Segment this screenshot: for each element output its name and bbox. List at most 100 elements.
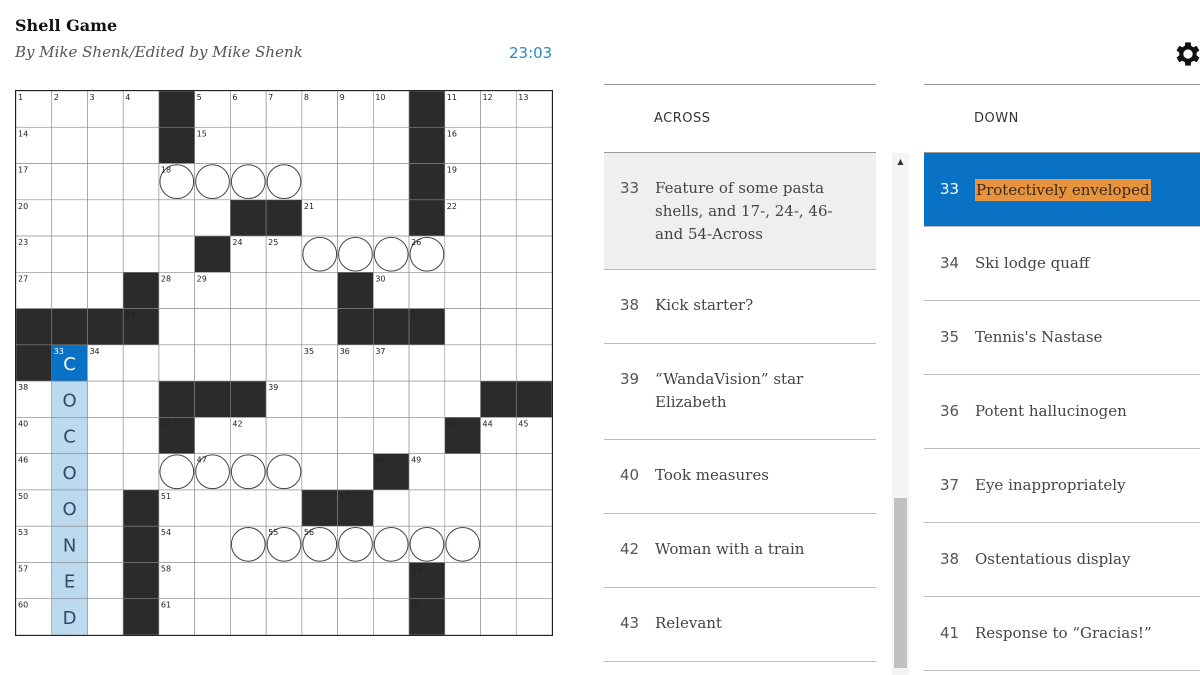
grid-cell[interactable] — [480, 525, 517, 563]
grid-cell[interactable] — [194, 525, 231, 563]
grid-cell[interactable] — [230, 525, 267, 563]
grid-cell[interactable] — [87, 598, 124, 635]
grid-cell[interactable] — [230, 272, 267, 309]
across-clue-38[interactable]: 38 Kick starter? — [604, 270, 876, 344]
grid-cell[interactable] — [480, 163, 517, 201]
grid-cell[interactable] — [230, 126, 267, 164]
grid-cell[interactable] — [337, 562, 374, 600]
down-clue-34[interactable]: 34 Ski lodge quaff — [924, 227, 1200, 301]
grid-cell[interactable] — [194, 489, 231, 527]
grid-cell[interactable] — [515, 126, 552, 164]
grid-cell[interactable] — [122, 199, 160, 237]
down-clue-38[interactable]: 38 Ostentatious display — [924, 523, 1200, 597]
grid-cell[interactable] — [480, 598, 517, 635]
grid-cell[interactable] — [301, 126, 338, 164]
grid-cell[interactable] — [230, 489, 267, 527]
grid-cell[interactable] — [515, 199, 552, 237]
grid-cell[interactable] — [337, 199, 374, 237]
grid-cell[interactable] — [480, 344, 517, 382]
grid-cell[interactable] — [230, 344, 267, 382]
down-clue-41[interactable]: 41 Response to “Gracias!” — [924, 597, 1200, 671]
grid-cell[interactable] — [265, 562, 303, 600]
grid-cell[interactable] — [373, 235, 410, 273]
grid-cell[interactable] — [301, 380, 338, 418]
across-clue-43[interactable]: 43 Relevant — [604, 588, 876, 662]
grid-cell[interactable] — [301, 417, 338, 454]
down-clue-35[interactable]: 35 Tennis's Nastase — [924, 301, 1200, 375]
grid-cell[interactable] — [515, 308, 552, 346]
grid-cell[interactable] — [51, 272, 88, 309]
grid-cell[interactable] — [194, 344, 231, 382]
grid-cell[interactable] — [87, 562, 124, 600]
grid-cell[interactable] — [373, 126, 410, 164]
grid-cell[interactable] — [194, 598, 231, 635]
grid-cell[interactable] — [301, 272, 338, 309]
grid-cell[interactable] — [408, 272, 446, 309]
grid-cell[interactable] — [515, 598, 552, 635]
grid-cell[interactable] — [373, 562, 410, 600]
grid-cell[interactable] — [301, 308, 338, 346]
grid-cell[interactable] — [373, 199, 410, 237]
gear-icon[interactable] — [1172, 38, 1200, 70]
grid-cell[interactable] — [122, 380, 160, 418]
grid-cell[interactable] — [444, 308, 481, 346]
grid-cell[interactable] — [301, 562, 338, 600]
grid-cell[interactable] — [265, 272, 303, 309]
grid-cell[interactable] — [515, 489, 552, 527]
grid-cell[interactable] — [230, 163, 267, 201]
grid-cell[interactable] — [51, 199, 88, 237]
down-clue-33[interactable]: 33 Protectively enveloped — [924, 153, 1200, 227]
grid-cell[interactable] — [265, 417, 303, 454]
grid-cell[interactable] — [265, 489, 303, 527]
grid-cell[interactable] — [194, 308, 231, 346]
grid-cell[interactable] — [444, 380, 481, 418]
grid-cell[interactable] — [122, 344, 160, 382]
grid-cell[interactable] — [158, 235, 195, 273]
grid-cell[interactable] — [51, 235, 88, 273]
grid-cell[interactable] — [87, 272, 124, 309]
down-clue-37[interactable]: 37 Eye inappropriately — [924, 449, 1200, 523]
grid-cell[interactable] — [337, 417, 374, 454]
grid-cell[interactable] — [87, 453, 124, 491]
grid-cell[interactable] — [265, 308, 303, 346]
grid-cell[interactable] — [515, 525, 552, 563]
grid-cell[interactable] — [87, 489, 124, 527]
grid-cell[interactable] — [373, 380, 410, 418]
grid-cell[interactable] — [408, 344, 446, 382]
grid-cell[interactable] — [301, 598, 338, 635]
across-clue-39[interactable]: 39 “WandaVision” star Elizabeth — [604, 344, 876, 440]
grid-cell[interactable] — [515, 235, 552, 273]
grid-cell[interactable] — [301, 163, 338, 201]
grid-cell[interactable] — [444, 235, 481, 273]
grid-cell[interactable] — [301, 453, 338, 491]
grid-cell[interactable] — [373, 525, 410, 563]
grid-cell[interactable] — [444, 453, 481, 491]
grid-cell[interactable] — [122, 126, 160, 164]
grid-cell[interactable] — [480, 272, 517, 309]
grid-cell[interactable] — [480, 453, 517, 491]
grid-cell[interactable] — [337, 453, 374, 491]
grid-cell[interactable] — [444, 525, 481, 563]
grid-cell[interactable] — [87, 199, 124, 237]
across-clue-42[interactable]: 42 Woman with a train — [604, 514, 876, 588]
grid-cell[interactable] — [87, 380, 124, 418]
grid-cell[interactable] — [158, 199, 195, 237]
grid-cell[interactable] — [265, 598, 303, 635]
grid-cell[interactable] — [480, 489, 517, 527]
grid-cell[interactable] — [373, 598, 410, 635]
scroll-thumb[interactable] — [894, 498, 907, 668]
grid-cell[interactable] — [194, 562, 231, 600]
grid-cell[interactable] — [230, 453, 267, 491]
grid-cell[interactable] — [408, 417, 446, 454]
grid-cell[interactable] — [301, 235, 338, 273]
grid-cell[interactable] — [230, 598, 267, 635]
grid-cell[interactable] — [373, 163, 410, 201]
grid-cell[interactable] — [337, 126, 374, 164]
grid-cell[interactable] — [337, 525, 374, 563]
grid-cell[interactable] — [337, 598, 374, 635]
grid-cell[interactable] — [480, 235, 517, 273]
grid-cell[interactable] — [122, 235, 160, 273]
grid-cell[interactable] — [480, 308, 517, 346]
grid-cell[interactable] — [408, 380, 446, 418]
grid-cell[interactable] — [51, 163, 88, 201]
